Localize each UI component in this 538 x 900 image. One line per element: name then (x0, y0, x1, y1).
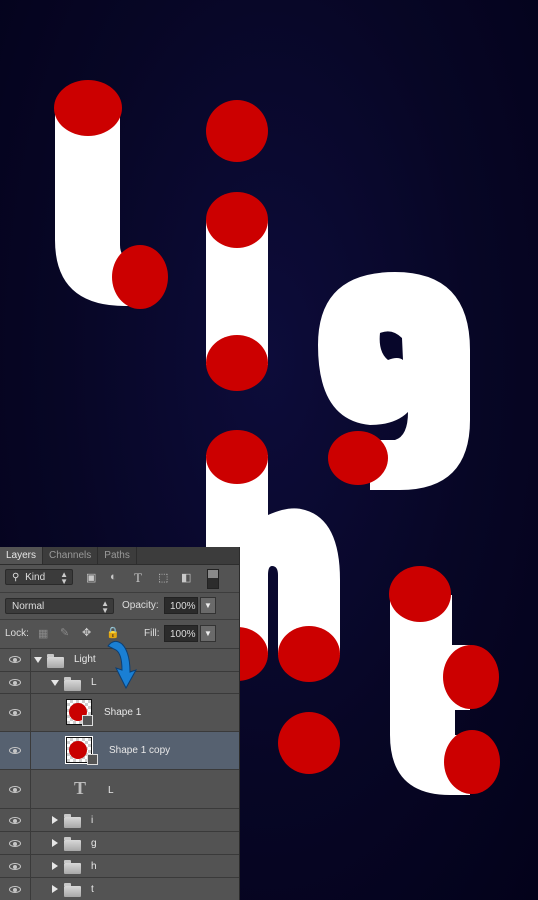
letter-t (389, 566, 500, 795)
red-dot (443, 645, 499, 709)
layer-row-group-g[interactable]: g (0, 831, 239, 854)
filter-kind-select[interactable]: ⚲ Kind ▲ ▼ (5, 569, 73, 586)
layer-row-group-h[interactable]: h (0, 854, 239, 877)
layer-row-shape-1-copy[interactable]: Shape 1 copy (0, 731, 239, 769)
lock-transparent-icon[interactable]: ▦ (38, 627, 48, 640)
spinner-icon: ▲ ▼ (60, 570, 68, 586)
folder-icon (64, 860, 81, 874)
layer-name: g (91, 838, 97, 849)
red-dot (206, 430, 268, 484)
expand-triangle-icon[interactable] (52, 885, 58, 893)
visibility-eye-icon[interactable] (9, 886, 21, 893)
visibility-eye-icon[interactable] (9, 709, 21, 716)
lock-image-icon[interactable]: ✎ (60, 626, 69, 639)
red-dot (278, 712, 340, 774)
layer-name: h (91, 861, 97, 872)
visibility-eye-icon[interactable] (9, 786, 21, 793)
red-dot (389, 566, 451, 622)
red-dot (278, 626, 340, 682)
layer-row-group-i[interactable]: i (0, 808, 239, 831)
blend-mode-value: Normal (12, 601, 45, 612)
smart-object-filter-icon[interactable]: ◧ (181, 571, 191, 584)
red-dot (54, 80, 122, 136)
folder-icon (64, 814, 81, 828)
expand-triangle-icon[interactable] (52, 816, 58, 824)
layer-name: t (91, 884, 94, 895)
visibility-eye-icon[interactable] (9, 840, 21, 847)
layer-row-shape-1[interactable]: Shape 1 (0, 693, 239, 731)
expand-triangle-icon[interactable] (52, 862, 58, 870)
vector-mask-icon (87, 754, 98, 765)
red-dot (444, 730, 500, 794)
red-dot (206, 100, 268, 162)
panel-tabs: Layers Channels Paths (0, 547, 239, 565)
folder-icon (47, 654, 64, 668)
fill-dropdown[interactable]: ▼ (200, 625, 216, 642)
type-layer-icon: T (74, 778, 87, 798)
layer-row-group-t[interactable]: t (0, 877, 239, 900)
shape-filter-icon[interactable]: ⬚ (158, 571, 168, 584)
filter-kind-label: Kind (25, 572, 46, 583)
vector-mask-icon (82, 715, 93, 726)
blend-mode-select[interactable]: Normal ▲ ▼ (5, 598, 114, 615)
type-filter-icon[interactable]: T (134, 570, 142, 586)
folder-icon (64, 837, 81, 851)
layer-name: L (108, 785, 114, 796)
lock-position-icon[interactable]: ✥ (82, 626, 91, 639)
spinner-icon: ▲ ▼ (101, 599, 109, 615)
red-dot (206, 192, 268, 248)
visibility-eye-icon[interactable] (9, 656, 21, 663)
layer-row-text-L[interactable]: T L (0, 769, 239, 808)
fill-input[interactable]: 100% (164, 625, 198, 642)
layers-panel: Layers Channels Paths ⚲ Kind ▲ ▼ ▣ ◐ T ⬚ … (0, 547, 240, 900)
curved-arrow-icon (107, 640, 138, 690)
expand-triangle-icon[interactable] (52, 839, 58, 847)
opacity-dropdown[interactable]: ▼ (200, 597, 216, 614)
lock-label: Lock: (5, 628, 29, 639)
tab-channels[interactable]: Channels (43, 547, 99, 564)
layer-name: Shape 1 copy (109, 745, 171, 756)
opacity-input[interactable]: 100% (164, 597, 198, 614)
adjustment-filter-icon[interactable]: ◐ (110, 571, 117, 583)
letter-g (318, 272, 470, 490)
visibility-eye-icon[interactable] (9, 747, 21, 754)
filter-toggle[interactable] (207, 569, 219, 589)
tab-paths[interactable]: Paths (98, 547, 137, 564)
letter-L (54, 80, 168, 309)
layer-name: Light (74, 654, 96, 665)
layer-name: i (91, 815, 94, 826)
visibility-eye-icon[interactable] (9, 817, 21, 824)
visibility-eye-icon[interactable] (9, 679, 21, 686)
red-dot (112, 245, 168, 309)
expand-triangle-icon[interactable] (34, 657, 42, 663)
red-dot (328, 431, 388, 485)
letter-i (206, 100, 268, 391)
folder-icon (64, 883, 81, 897)
layer-name: Shape 1 (104, 707, 142, 718)
folder-icon (64, 677, 81, 691)
tab-layers[interactable]: Layers (0, 547, 44, 564)
opacity-label: Opacity: (122, 600, 159, 611)
pixel-filter-icon[interactable]: ▣ (86, 571, 96, 584)
visibility-eye-icon[interactable] (9, 863, 21, 870)
search-icon: ⚲ (12, 572, 20, 583)
red-dot (206, 335, 268, 391)
layer-name: L (91, 677, 97, 688)
expand-triangle-icon[interactable] (51, 680, 59, 686)
